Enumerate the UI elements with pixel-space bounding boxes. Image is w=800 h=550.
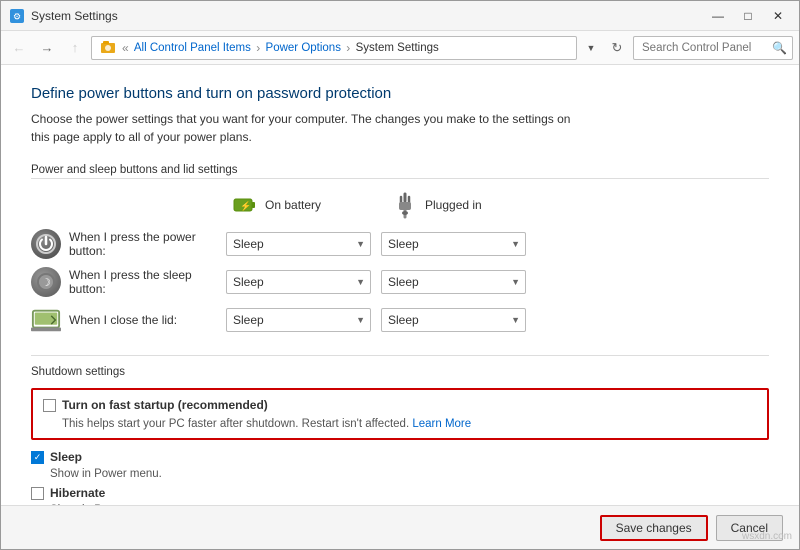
window-controls: — □ ✕ [705, 6, 791, 26]
watermark: wsxdn.com [742, 531, 792, 542]
breadcrumb-bar: « All Control Panel Items › Power Option… [91, 36, 577, 60]
hibernate-checkbox[interactable] [31, 487, 44, 500]
row1-battery-select-wrap: Do nothing Sleep Hibernate Shut down Tur… [226, 232, 371, 256]
fast-startup-checkbox[interactable] [43, 399, 56, 412]
row1-plugged-select[interactable]: Do nothing Sleep Hibernate Shut down Tur… [381, 232, 526, 256]
fast-startup-box: Turn on fast startup (recommended) This … [31, 388, 769, 440]
col-plugged-header: Plugged in [391, 191, 551, 219]
bc-sep-2: › [253, 41, 264, 55]
refresh-button[interactable]: ↻ [605, 36, 629, 60]
window-title: System Settings [31, 9, 705, 23]
shutdown-section: Shutdown settings Turn on fast startup (… [31, 355, 769, 505]
table-header: ⚡ On battery [31, 191, 769, 219]
sleep-checkbox[interactable] [31, 451, 44, 464]
breadcrumb-icon [100, 40, 116, 56]
main-window: ⚙ System Settings — □ ✕ ← → ↑ « All Cont… [0, 0, 800, 550]
row3-battery-select[interactable]: Do nothing Sleep Hibernate Shut down Tur… [226, 308, 371, 332]
row2-label: ☽ When I press the sleep button: [31, 267, 226, 297]
forward-button[interactable]: → [35, 36, 59, 60]
battery-icon: ⚡ [231, 191, 259, 219]
fast-startup-label: Turn on fast startup (recommended) [62, 398, 268, 412]
row2-battery-select-wrap: Do nothing Sleep Hibernate Shut down Tur… [226, 270, 371, 294]
table-row: When I close the lid: Do nothing Sleep H… [31, 305, 769, 335]
section1-label: Power and sleep buttons and lid settings [31, 164, 769, 179]
maximize-button[interactable]: □ [735, 6, 761, 26]
page-description: Choose the power settings that you want … [31, 110, 591, 146]
col-battery-header: ⚡ On battery [231, 191, 391, 219]
row2-plugged-select[interactable]: Do nothing Sleep Hibernate Shut down Tur… [381, 270, 526, 294]
up-button[interactable]: ↑ [63, 36, 87, 60]
window-icon: ⚙ [9, 8, 25, 24]
row2-text: When I press the sleep button: [69, 268, 226, 296]
back-button[interactable]: ← [7, 36, 31, 60]
hibernate-label: Hibernate [50, 486, 105, 500]
bc-sep-3: › [343, 41, 354, 55]
shutdown-label: Shutdown settings [31, 366, 769, 378]
row1-battery-select[interactable]: Do nothing Sleep Hibernate Shut down Tur… [226, 232, 371, 256]
minimize-button[interactable]: — [705, 6, 731, 26]
fast-startup-description: This helps start your PC faster after sh… [62, 418, 757, 430]
search-wrap: 🔍 [633, 36, 793, 60]
col-plugged-label: Plugged in [425, 198, 482, 212]
row1-text: When I press the power button: [69, 230, 226, 258]
learn-more-link[interactable]: Learn More [412, 418, 471, 430]
lid-icon [31, 305, 61, 335]
row3-battery-select-wrap: Do nothing Sleep Hibernate Shut down Tur… [226, 308, 371, 332]
row2-plugged-select-wrap: Do nothing Sleep Hibernate Shut down Tur… [381, 270, 526, 294]
power-button-icon [31, 229, 61, 259]
search-input[interactable] [633, 36, 793, 60]
row2-battery-select[interactable]: Do nothing Sleep Hibernate Shut down Tur… [226, 270, 371, 294]
svg-text:⚙: ⚙ [13, 11, 21, 21]
hibernate-checkbox-row: Hibernate [31, 486, 769, 500]
row1-label: When I press the power button: [31, 229, 226, 259]
sleep-option-group: Sleep Show in Power menu. [31, 450, 769, 480]
save-changes-button[interactable]: Save changes [600, 515, 708, 541]
sleep-checkbox-row: Sleep [31, 450, 769, 464]
title-bar: ⚙ System Settings — □ ✕ [1, 1, 799, 31]
bc-current: System Settings [356, 42, 439, 54]
breadcrumb-dropdown-button[interactable]: ▼ [581, 36, 601, 60]
fast-startup-row: Turn on fast startup (recommended) [43, 398, 757, 412]
table-row: When I press the power button: Do nothin… [31, 229, 769, 259]
bc-sep-1: « [122, 41, 129, 55]
sleep-label: Sleep [50, 450, 82, 464]
power-table: ⚡ On battery [31, 191, 769, 335]
bc-power-options[interactable]: Power Options [266, 42, 341, 54]
hibernate-option-group: Hibernate Show in Power menu. [31, 486, 769, 505]
plug-icon [391, 191, 419, 219]
col-battery-label: On battery [265, 198, 321, 212]
bc-all-items[interactable]: All Control Panel Items [131, 42, 251, 54]
page-heading: Define power buttons and turn on passwor… [31, 85, 769, 102]
bottom-bar: Save changes Cancel [1, 505, 799, 549]
content-area: Define power buttons and turn on passwor… [1, 65, 799, 505]
svg-text:⚡: ⚡ [240, 200, 251, 212]
row1-plugged-select-wrap: Do nothing Sleep Hibernate Shut down Tur… [381, 232, 526, 256]
table-row: ☽ When I press the sleep button: Do noth… [31, 267, 769, 297]
row3-plugged-select[interactable]: Do nothing Sleep Hibernate Shut down Tur… [381, 308, 526, 332]
svg-text:☽: ☽ [41, 277, 51, 289]
row3-text: When I close the lid: [69, 313, 177, 327]
close-button[interactable]: ✕ [765, 6, 791, 26]
sleep-sublabel: Show in Power menu. [50, 468, 769, 480]
row3-plugged-select-wrap: Do nothing Sleep Hibernate Shut down Tur… [381, 308, 526, 332]
address-bar: ← → ↑ « All Control Panel Items › Power … [1, 31, 799, 65]
row3-label: When I close the lid: [31, 305, 226, 335]
sleep-button-icon: ☽ [31, 267, 61, 297]
